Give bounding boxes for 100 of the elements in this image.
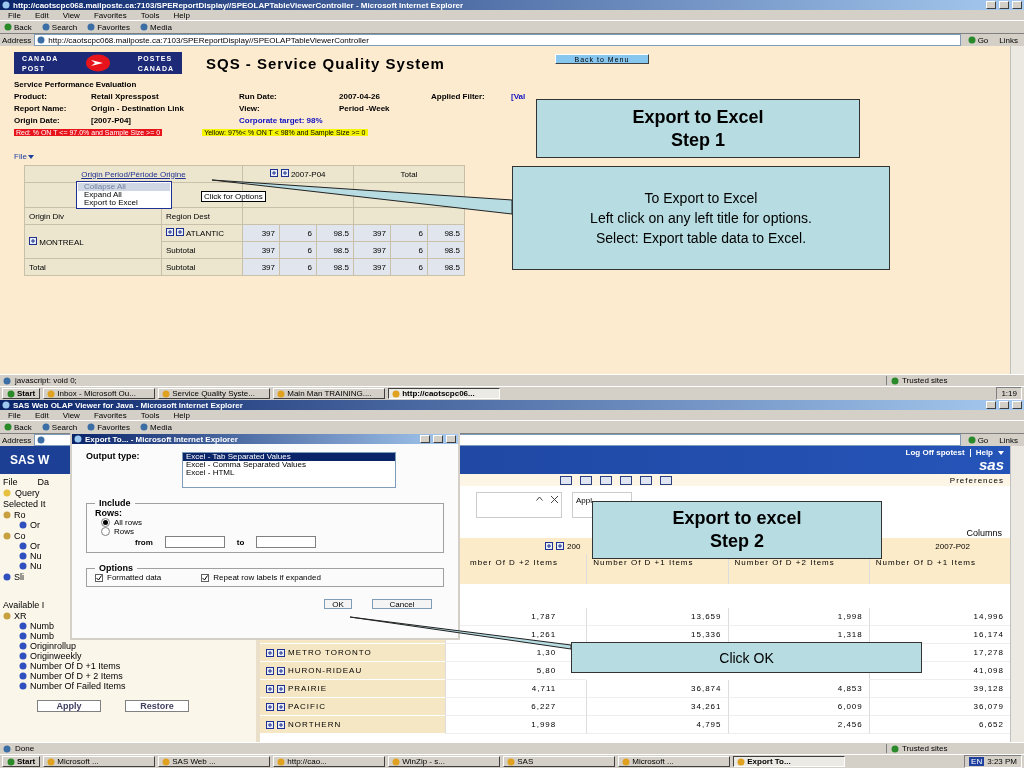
expand-icon[interactable] [266,666,274,675]
file-menu[interactable]: File [14,152,34,161]
expand-icon[interactable] [277,666,285,675]
tree-item[interactable]: Ro [14,510,26,520]
toolbar-button[interactable]: Back [4,422,32,432]
tree-item[interactable]: Or [30,520,40,530]
address-field[interactable]: http://caotscpc068.mailposte.ca:7103/SPEReportDisplay//SPEOLAPTableViewerController [34,34,961,46]
taskbar-button[interactable]: Export To... [733,756,846,767]
expand-icon[interactable] [166,228,174,236]
expand-icon[interactable] [545,542,553,550]
menu-item[interactable]: Expand All [78,191,170,199]
toolbar-button[interactable]: Back [4,22,32,32]
tree-item[interactable]: Or [30,541,40,551]
to-field[interactable] [256,536,317,548]
close-button[interactable] [446,435,456,443]
tree-item[interactable]: Nu [30,561,42,571]
radio-button[interactable] [101,518,110,527]
taskbar-button[interactable]: Main Man TRAINING.... [273,388,386,399]
taskbar-button[interactable]: SAS [503,756,616,767]
tree-item[interactable]: Nu [30,551,42,561]
tree-item[interactable]: Number Of D +1 Items [30,661,121,671]
toolbar-button[interactable]: Favorites [87,22,131,32]
radio-button[interactable] [101,527,110,536]
start-button[interactable]: Start [2,388,41,399]
menu-item[interactable]: File [8,410,21,420]
menu-item[interactable]: File [3,477,18,487]
links-button[interactable]: Links [995,35,1022,45]
taskbar-button[interactable]: Microsoft ... [43,756,156,767]
menu-item[interactable]: Help [173,10,190,20]
tree-item[interactable]: Co [14,531,26,541]
tree-item[interactable]: Numb [30,621,54,631]
menu-item[interactable]: Edit [34,10,49,20]
expand-icon[interactable] [277,648,285,657]
close-button[interactable] [1012,401,1022,409]
tree-item[interactable]: Number Of Failed Items [30,681,126,691]
checkbox[interactable] [95,573,103,582]
minimize-button[interactable] [420,435,430,443]
tree-item[interactable]: Sli [14,572,24,582]
sidebar-button[interactable]: Apply [37,700,101,712]
toolbar-icon[interactable] [620,475,632,485]
menu-item[interactable]: Favorites [93,10,127,20]
menu-item[interactable]: Edit [34,410,49,420]
toolbar-icon[interactable] [560,475,572,485]
format-list[interactable]: Excel - Tab Separated Values Excel - Comma Separated Values Excel - HTML [182,452,396,488]
taskbar-button[interactable]: http://cao... [273,756,386,767]
close-button[interactable] [1012,1,1022,9]
minimize-button[interactable] [986,401,996,409]
expand-icon[interactable] [266,702,274,711]
taskbar-button[interactable]: SAS Web ... [158,756,271,767]
start-button[interactable]: Start [2,756,41,767]
taskbar-button[interactable]: Inbox - Microsoft Ou... [43,388,156,399]
sidebar-button[interactable]: Restore [125,700,189,712]
checkbox[interactable] [201,573,210,582]
preferences-link[interactable]: Preferences [949,475,1004,485]
toolbar-icon[interactable] [580,475,592,485]
menu-item[interactable]: Help [173,410,190,420]
expand-icon[interactable] [270,169,279,177]
expand-icon[interactable] [277,684,285,693]
taskbar-button[interactable]: Service Quality Syste... [158,388,271,399]
tree-item[interactable]: XR [14,611,27,621]
toolbar-icon[interactable] [640,475,652,485]
links-button[interactable]: Links [995,435,1022,445]
go-button[interactable]: Go [963,435,993,445]
menu-item[interactable]: Favorites [93,410,127,420]
menu-item[interactable]: Da [37,477,50,487]
expand-icon[interactable] [266,684,274,693]
expand-icon[interactable] [266,648,274,657]
tree-item[interactable]: Number Of D + 2 Items [30,671,123,681]
maximize-button[interactable] [999,1,1009,9]
taskbar-button[interactable]: http://caotscpc06... [388,388,501,399]
maximize-button[interactable] [433,435,443,443]
language-indicator[interactable]: EN [969,757,985,766]
log-off-link[interactable]: Log Off spotest [905,448,965,457]
tree-item[interactable]: Originweekly [30,651,82,661]
close-icon[interactable] [551,496,558,503]
query-tab[interactable]: Query [15,488,40,498]
list-item[interactable]: Excel - HTML [183,469,395,477]
toolbar-button[interactable]: Media [140,422,172,432]
toolbar-button[interactable]: Search [41,22,78,32]
toolbar-button[interactable]: Favorites [87,422,131,432]
scrollbar[interactable] [1010,446,1024,742]
expand-icon[interactable] [29,236,37,245]
expand-icon[interactable] [277,702,285,711]
go-button[interactable]: Go [963,35,993,45]
expand-icon[interactable] [277,720,285,729]
dialog-button[interactable]: OK [324,599,352,609]
scrollbar[interactable] [1010,46,1024,374]
menu-item[interactable]: View [62,10,80,20]
help-menu[interactable]: Help [975,448,993,457]
tree-item[interactable]: Numb [30,631,54,641]
toolbar-button[interactable]: Search [41,422,78,432]
menu-item[interactable]: Export to Excel [78,199,170,207]
toolbar-icon[interactable] [660,475,672,485]
expand-icon[interactable] [266,720,274,729]
maximize-button[interactable] [999,401,1009,409]
expand-icon[interactable] [280,169,289,177]
list-item[interactable]: Excel - Comma Separated Values [183,461,395,469]
dialog-button[interactable]: Cancel [372,599,432,609]
list-item[interactable]: Excel - Tab Separated Values [183,453,395,461]
taskbar-button[interactable]: WinZip - s... [388,756,501,767]
